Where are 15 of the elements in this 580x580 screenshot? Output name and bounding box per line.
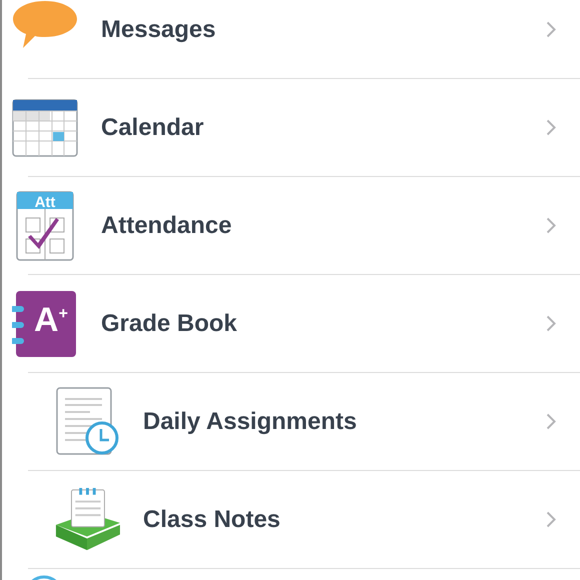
chevron-icon xyxy=(546,217,556,234)
chevron-icon xyxy=(546,511,556,528)
menu-item[interactable]: Class Notes xyxy=(2,471,580,568)
chevron-icon xyxy=(546,119,556,136)
chevron-icon xyxy=(546,315,556,332)
chevron-icon xyxy=(546,21,556,38)
menu-item[interactable]: Daily Assignments xyxy=(2,373,580,470)
menu-item[interactable]: A$^{+}$ Grade Book xyxy=(2,275,580,372)
document-clock-icon xyxy=(54,386,120,456)
calendar-icon xyxy=(12,96,78,158)
menu-item[interactable]: Att Attendance xyxy=(2,177,580,274)
chevron-icon xyxy=(546,413,556,430)
menu-item[interactable]: Calendar xyxy=(2,79,580,176)
notes-book-icon xyxy=(54,486,120,552)
menu-item[interactable]: Messages xyxy=(2,0,580,78)
